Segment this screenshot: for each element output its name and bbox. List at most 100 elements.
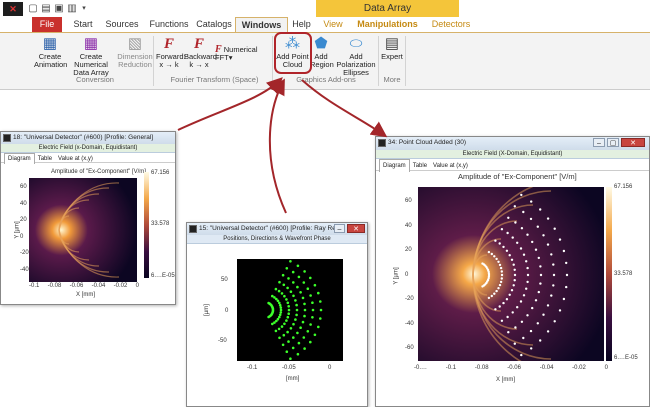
tab-functions[interactable]: Functions bbox=[147, 17, 191, 32]
cloud-point bbox=[481, 285, 484, 288]
cloud-point bbox=[505, 249, 509, 252]
cloud-point bbox=[562, 297, 566, 301]
field-plot[interactable] bbox=[418, 187, 604, 361]
close-button[interactable]: ✕ bbox=[621, 138, 645, 147]
dimension-reduction-button[interactable]: ▧ Dimension Reduction bbox=[117, 36, 153, 69]
cloud-point bbox=[494, 239, 497, 242]
y-tick: -20 bbox=[20, 250, 29, 256]
tab-catalogs[interactable]: Catalogs bbox=[194, 17, 234, 32]
print-icon[interactable]: ▥ bbox=[67, 3, 77, 14]
y-tick: 0 bbox=[405, 271, 409, 278]
save-icon[interactable]: ▣ bbox=[54, 3, 64, 14]
cloud-point bbox=[526, 314, 529, 317]
tab-sources[interactable]: Sources bbox=[101, 17, 143, 32]
ray-point bbox=[311, 308, 315, 312]
tab-detectors[interactable]: Detectors bbox=[428, 17, 474, 32]
window-universal-detector-15[interactable]: 15: "Universal Detector" (#600) [Profile… bbox=[186, 222, 368, 407]
cloud-point bbox=[550, 253, 553, 256]
close-button[interactable]: ✕ bbox=[347, 224, 365, 233]
tab-view[interactable]: View bbox=[318, 17, 348, 32]
x-ticks: -0.1 -0.08 -0.06 -0.04 -0.02 0 bbox=[29, 283, 139, 289]
ray-point bbox=[297, 275, 301, 279]
expert-button[interactable]: ▤ Expert bbox=[381, 36, 403, 61]
window-title-bar[interactable]: 15: "Universal Detector" (#600) [Profile… bbox=[187, 223, 367, 235]
window-icon bbox=[378, 139, 386, 147]
window-point-cloud-added[interactable]: 34: Point Cloud Added (30) – ▢ ✕ Electri… bbox=[375, 136, 650, 407]
minimize-button[interactable]: – bbox=[593, 138, 605, 147]
window-title-bar[interactable]: 34: Point Cloud Added (30) – ▢ ✕ bbox=[376, 137, 649, 150]
y-tick: -40 bbox=[405, 320, 414, 327]
ray-point bbox=[299, 291, 302, 294]
window-title: 34: Point Cloud Added (30) bbox=[388, 139, 467, 146]
ray-point bbox=[285, 319, 288, 322]
group-conversion: Conversion bbox=[76, 75, 114, 84]
y-ticks: 60 40 20 0 -20 -40 bbox=[20, 179, 29, 278]
tab-diagram[interactable]: Diagram bbox=[4, 153, 35, 164]
cloud-point bbox=[546, 243, 550, 246]
cloud-point bbox=[536, 322, 539, 325]
tab-table[interactable]: Table bbox=[410, 160, 430, 172]
x-ticks: -0.… -0.1 -0.08 -0.06 -0.04 -0.02 0 bbox=[414, 365, 608, 371]
cloud-point bbox=[511, 311, 514, 314]
cloud-point bbox=[513, 342, 516, 345]
tab-file[interactable]: File bbox=[32, 17, 62, 32]
window-title-bar[interactable]: 18: "Universal Detector" (#600) [Profile… bbox=[1, 132, 175, 144]
tab-diagram[interactable]: Diagram bbox=[379, 159, 410, 172]
forward-button[interactable]: F Forward: x → k bbox=[156, 36, 186, 69]
x-tick: -0.… bbox=[414, 365, 428, 371]
app-logo[interactable]: ✕ bbox=[3, 2, 23, 16]
tab-table[interactable]: Table bbox=[35, 154, 55, 164]
ray-plot[interactable] bbox=[237, 259, 343, 361]
x-tick: -0.02 bbox=[572, 365, 586, 371]
add-polarization-button[interactable]: ⬭ Add Polarization Ellipses bbox=[334, 36, 378, 77]
expert-label: Expert bbox=[381, 52, 403, 61]
cloud-point bbox=[520, 193, 523, 197]
add-region-button[interactable]: ⬟ Add Region bbox=[310, 36, 334, 69]
maximize-button[interactable]: ▢ bbox=[607, 138, 619, 147]
cloud-point bbox=[516, 306, 519, 309]
x-axis-label: X [mm] bbox=[76, 292, 95, 298]
ray-point bbox=[309, 294, 312, 297]
tab-value[interactable]: Value at (x,y) bbox=[430, 160, 471, 172]
dropdown-icon[interactable]: ▾ bbox=[79, 3, 89, 14]
window-subtitle: Electric Field (X-Domain, Equidistant) bbox=[376, 150, 649, 159]
cloud-point bbox=[531, 306, 534, 310]
cloud-point bbox=[520, 353, 523, 357]
ray-point bbox=[280, 325, 284, 328]
cloud-point bbox=[512, 263, 515, 266]
ray-point bbox=[309, 323, 312, 326]
cloud-point bbox=[490, 294, 493, 298]
open-icon[interactable]: ▤ bbox=[41, 3, 51, 14]
create-animation-button[interactable]: ▦ Create Animation bbox=[34, 36, 67, 69]
cloud-point bbox=[546, 330, 550, 333]
tab-windows[interactable]: Windows bbox=[235, 17, 288, 32]
backward-label: Backward: k → x bbox=[184, 52, 220, 69]
cloud-point bbox=[500, 270, 503, 273]
cloud-point bbox=[542, 234, 545, 237]
ray-point bbox=[286, 315, 290, 319]
ray-point bbox=[287, 308, 291, 312]
minimize-button[interactable]: – bbox=[334, 224, 345, 233]
ray-point bbox=[317, 291, 320, 295]
tab-start[interactable]: Start bbox=[68, 17, 98, 32]
create-numerical-button[interactable]: ▦ Create Numerical Data Array bbox=[67, 36, 115, 77]
field-plot[interactable] bbox=[29, 178, 137, 282]
cloud-point bbox=[493, 292, 496, 295]
cloud-point bbox=[513, 273, 517, 277]
ray-point bbox=[294, 299, 297, 302]
cloud-point bbox=[516, 241, 519, 244]
numerical-fft-button[interactable]: F Numerical FFT▾ bbox=[215, 45, 271, 62]
backward-button[interactable]: F Backward: k → x bbox=[184, 36, 219, 69]
tab-value[interactable]: Value at (x,y) bbox=[55, 154, 96, 164]
tab-help[interactable]: Help bbox=[289, 17, 314, 32]
y-tick: -50 bbox=[218, 338, 227, 344]
tab-manipulations[interactable]: Manipulations bbox=[350, 17, 425, 32]
cloud-point bbox=[552, 263, 555, 266]
new-icon[interactable]: ▢ bbox=[28, 3, 38, 14]
fourier-backward-icon: F bbox=[193, 36, 204, 52]
cloud-point bbox=[539, 339, 542, 342]
window-universal-detector-18[interactable]: 18: "Universal Detector" (#600) [Profile… bbox=[0, 131, 176, 305]
cloud-point bbox=[539, 208, 542, 211]
cloud-point bbox=[498, 305, 501, 308]
ray-point bbox=[319, 308, 323, 312]
